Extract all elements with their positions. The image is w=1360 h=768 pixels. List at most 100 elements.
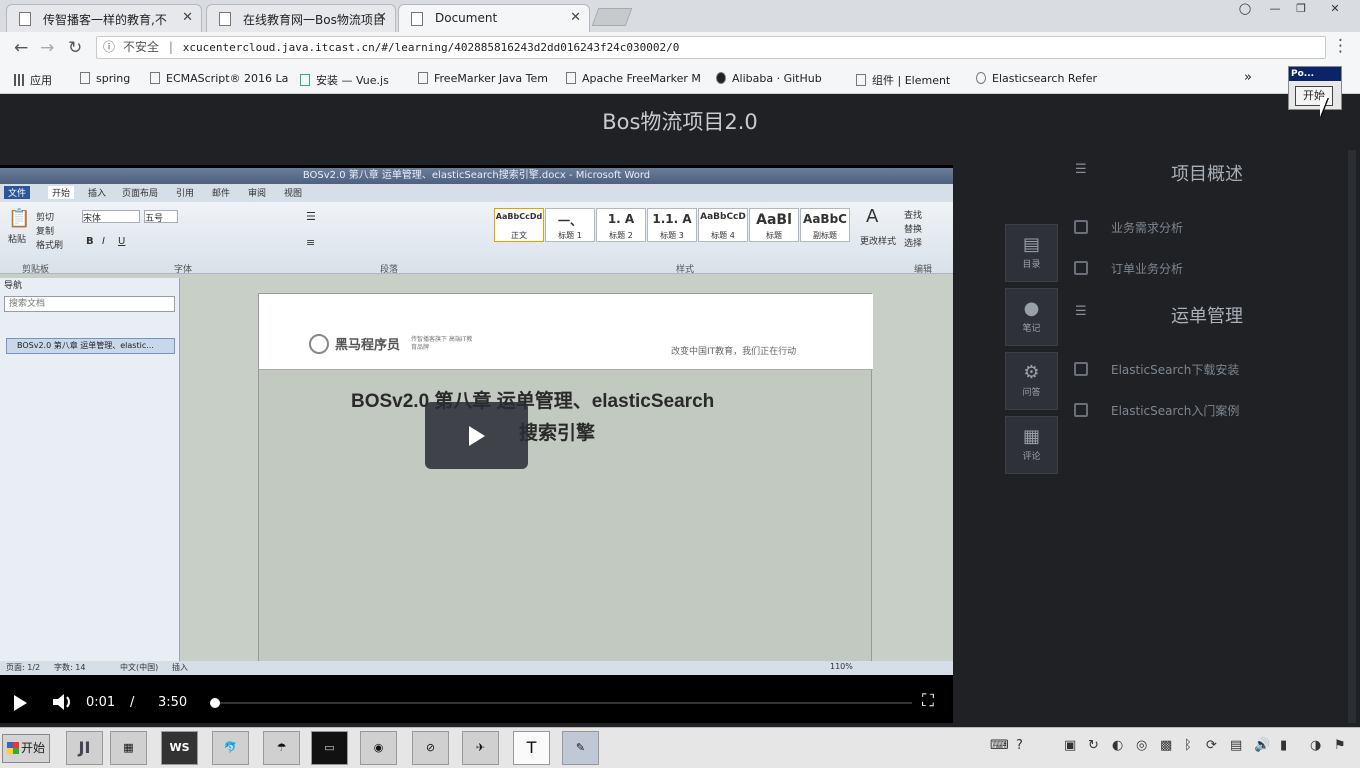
restore-icon[interactable]: ❐ xyxy=(1290,2,1312,18)
recorder-icon[interactable]: ✎ xyxy=(562,731,599,765)
bookmark-item[interactable]: ECMAScript® 2016 La xyxy=(150,72,288,85)
style-heading3[interactable]: 1.1. A 标题 3 xyxy=(647,208,697,242)
close-icon[interactable]: ✕ xyxy=(182,10,193,25)
tab-mailings[interactable]: 邮件 xyxy=(212,186,230,199)
umbrella-icon[interactable]: ☂ xyxy=(263,731,300,765)
browser-tab-1[interactable]: 传智播客一样的教育,不 ✕ xyxy=(6,4,202,32)
browser-tab-2[interactable]: 在线教育网一Bos物流项目 ✕ xyxy=(206,4,396,32)
bookmark-item[interactable]: Alibaba · GitHub xyxy=(716,72,822,85)
style-heading1[interactable]: 一、 标题 1 xyxy=(545,208,595,242)
tab-home[interactable]: 开始 xyxy=(48,186,75,199)
menu-icon[interactable]: ⋮ xyxy=(1332,36,1349,56)
copy-button[interactable]: 复制 xyxy=(36,224,54,237)
style-heading4[interactable]: AaBbCcD 标题 4 xyxy=(698,208,748,242)
lesson-item[interactable]: 业务需求分析 xyxy=(1111,219,1183,236)
style-title[interactable]: AaBl 标题 xyxy=(749,208,799,242)
close-icon[interactable]: ✕ xyxy=(376,10,387,25)
italic-icon[interactable]: I xyxy=(102,236,105,247)
lesson-item[interactable]: ElasticSearch入门案例 xyxy=(1111,402,1239,419)
address-bar[interactable]: ⓘ 不安全 | xcucentercloud.java.itcast.cn/#/… xyxy=(96,36,1326,59)
cut-button[interactable]: 剪切 xyxy=(36,210,54,223)
bold-icon[interactable]: B xyxy=(86,236,94,247)
align-left-icon[interactable]: ≡ xyxy=(306,236,315,249)
back-icon[interactable]: ← xyxy=(14,38,28,58)
tab-file[interactable]: 文件 xyxy=(4,186,31,199)
format-painter-button[interactable]: 格式刷 xyxy=(36,238,63,251)
volume-icon[interactable] xyxy=(52,692,74,712)
bluetooth-icon[interactable]: ᛒ xyxy=(1184,738,1192,753)
new-tab-button[interactable] xyxy=(591,8,633,26)
browser-tab-3[interactable]: Document ✕ xyxy=(398,4,590,32)
webstorm-icon[interactable]: WS xyxy=(161,731,198,765)
close-icon[interactable]: ✕ xyxy=(570,10,581,25)
tab-view[interactable]: 视图 xyxy=(284,186,302,199)
minimize-icon[interactable]: — xyxy=(1264,2,1286,18)
find-button[interactable]: 查找 xyxy=(904,208,922,221)
info-icon[interactable]: ⓘ xyxy=(103,37,115,58)
play-icon[interactable] xyxy=(12,694,28,712)
bookmark-apps[interactable]: 应用 xyxy=(14,72,52,88)
qa-button[interactable]: ⚙ 问答 xyxy=(1005,352,1058,410)
fullscreen-icon[interactable]: ⛶ xyxy=(922,691,934,711)
more-bookmarks[interactable]: » xyxy=(1244,70,1252,85)
change-styles-button[interactable]: 更改样式 xyxy=(860,234,896,247)
intellij-icon[interactable]: JI xyxy=(66,731,103,765)
close-window-icon[interactable]: ✕ xyxy=(1324,2,1346,18)
progress-track[interactable] xyxy=(209,698,912,708)
catalog-button[interactable]: ▤ 目录 xyxy=(1005,224,1058,282)
bookmark-item[interactable]: 组件 | Element xyxy=(856,72,950,88)
progress-knob[interactable] xyxy=(209,698,220,708)
tray-icon[interactable]: ◐ xyxy=(1112,738,1123,753)
lesson-item[interactable]: ElasticSearch下载安装 xyxy=(1111,361,1239,378)
lesson-item[interactable]: 订单业务分析 xyxy=(1111,260,1183,277)
terminal-icon[interactable]: ▭ xyxy=(311,731,348,765)
font-name-select[interactable]: 宋体 xyxy=(82,210,140,224)
zoom-level[interactable]: 110% xyxy=(830,662,853,671)
font-size-select[interactable]: 五号 xyxy=(144,210,178,224)
tray-icon[interactable]: ◎ xyxy=(1136,738,1147,753)
tab-insert[interactable]: 插入 xyxy=(88,186,106,199)
tray-icon[interactable]: ▩ xyxy=(1160,738,1172,753)
start-button[interactable]: 开始 xyxy=(2,734,50,763)
keyboard-icon[interactable]: ⌨ xyxy=(990,738,1009,753)
volume-icon[interactable]: 🔊 xyxy=(1254,738,1270,753)
bookmark-item[interactable]: 安装 — Vue.js xyxy=(300,72,389,88)
chrome-icon[interactable]: ◉ xyxy=(360,731,397,765)
paste-button[interactable]: 粘贴 xyxy=(8,232,26,245)
notes-button[interactable]: ● 笔记 xyxy=(1005,288,1058,346)
tray-icon[interactable]: ⟳ xyxy=(1206,738,1217,753)
style-heading2[interactable]: 1. A 标题 2 xyxy=(596,208,646,242)
nav-heading-item[interactable]: BOSv2.0 第八章 运单管理、elastic... xyxy=(6,338,175,354)
tray-icon[interactable]: ▣ xyxy=(1064,738,1076,753)
mysql-icon[interactable]: 🐬 xyxy=(212,731,249,765)
flag-icon[interactable]: ⚑ xyxy=(1334,738,1346,753)
tray-icon[interactable]: ▤ xyxy=(1230,738,1242,753)
play-button[interactable] xyxy=(425,402,528,469)
scrollbar[interactable] xyxy=(1348,150,1356,723)
reload-icon[interactable]: ↻ xyxy=(68,38,82,58)
eclipse-icon[interactable]: ⊘ xyxy=(412,731,449,765)
tool-icon[interactable]: ✈ xyxy=(462,731,499,765)
user-icon[interactable]: ◯ xyxy=(1234,2,1256,18)
tab-review[interactable]: 审阅 xyxy=(248,186,266,199)
forward-icon[interactable]: → xyxy=(40,38,54,58)
tab-references[interactable]: 引用 xyxy=(176,186,194,199)
nav-search-input[interactable]: 搜索文档 xyxy=(4,296,175,312)
tab-layout[interactable]: 页面布局 xyxy=(122,186,158,199)
comments-button[interactable]: ▦ 评论 xyxy=(1005,416,1058,474)
style-subtitle[interactable]: AaBbC 副标题 xyxy=(800,208,850,242)
select-button[interactable]: 选择 xyxy=(904,236,922,249)
bookmark-item[interactable]: Elasticsearch Refer xyxy=(976,72,1097,85)
bullets-icon[interactable]: ☰ xyxy=(306,210,316,223)
text-editor-icon[interactable]: T xyxy=(513,731,550,765)
underline-icon[interactable]: U xyxy=(118,236,125,247)
bookmark-item[interactable]: Apache FreeMarker M xyxy=(566,72,701,85)
bookmark-item[interactable]: FreeMarker Java Tem xyxy=(418,72,548,85)
style-normal[interactable]: AaBbCcDd 正文 xyxy=(494,208,544,242)
refresh-icon[interactable]: ↻ xyxy=(1088,738,1099,753)
replace-button[interactable]: 替换 xyxy=(904,222,922,235)
explorer-icon[interactable]: ▦ xyxy=(110,731,147,765)
network-icon[interactable]: ▮ xyxy=(1280,738,1287,753)
help-icon[interactable]: ? xyxy=(1016,738,1023,753)
tray-icon[interactable]: ◑ xyxy=(1310,738,1321,753)
